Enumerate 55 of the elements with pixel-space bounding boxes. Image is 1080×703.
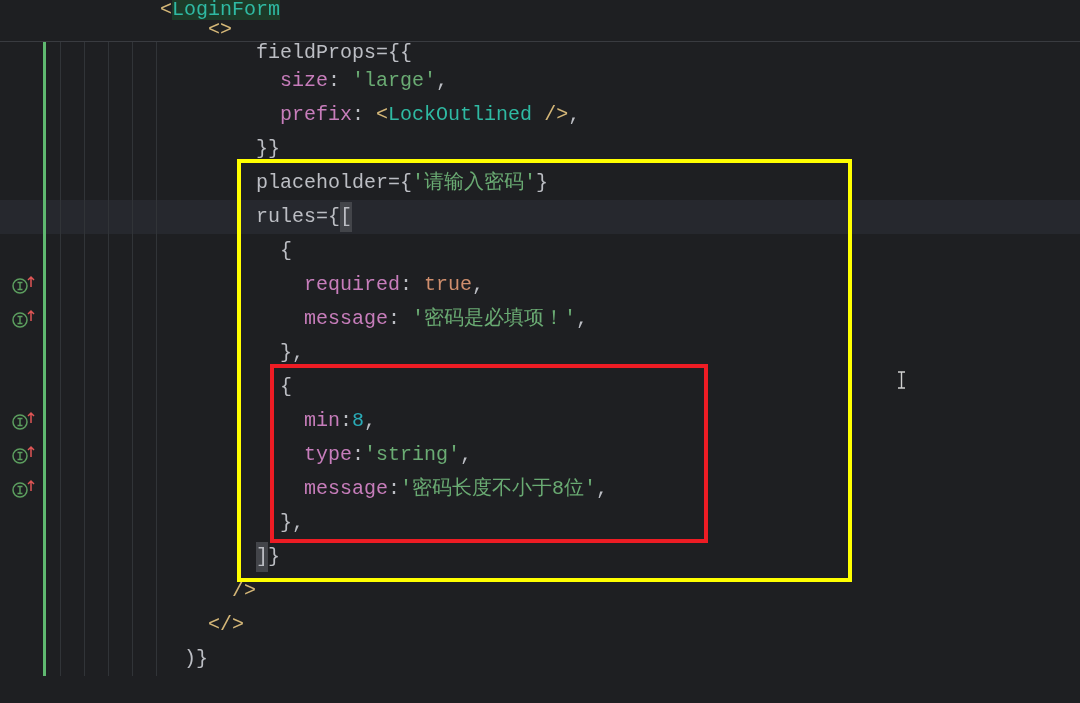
code-token: }} [256, 136, 281, 162]
code-token: message [304, 476, 389, 502]
code-token: '请输入密码' [412, 170, 537, 196]
code-token: prefix [280, 102, 353, 128]
code-token: < [376, 102, 389, 128]
code-token: 'large' [352, 68, 437, 94]
code-token: } [536, 170, 549, 196]
code-token: '密码是必填项！' [412, 306, 577, 332]
code-token: </> [208, 612, 245, 638]
implementation-marker-icon[interactable] [12, 445, 36, 465]
code-token: : [400, 272, 414, 298]
code-token: true [424, 272, 473, 298]
code-token: }, [280, 510, 305, 536]
implementation-marker-icon[interactable] [12, 411, 36, 431]
code-token: }, [280, 340, 305, 366]
code-token: rules={ [256, 204, 341, 230]
implementation-marker-icon[interactable] [12, 309, 36, 329]
text-cursor-icon [897, 371, 906, 389]
code-token: } [268, 544, 281, 570]
matched-bracket: [ [340, 202, 353, 232]
matched-bracket: ] [256, 542, 269, 572]
code-token: )} [184, 646, 209, 672]
code-token: 'string' [364, 442, 461, 468]
code-token: required [304, 272, 401, 298]
code-token: < [160, 0, 173, 20]
code-token: , [364, 408, 377, 434]
code-token: <> [208, 20, 233, 40]
code-token: { [280, 374, 293, 400]
code-token: min [304, 408, 341, 434]
code-token: /> [232, 578, 257, 604]
code-token: : [388, 476, 401, 502]
code-token: message [304, 306, 389, 332]
code-token: /> [544, 102, 569, 128]
code-token: , [576, 306, 589, 332]
highlighted-tag-name: LoginForm [172, 0, 281, 20]
code-token: { [280, 238, 293, 264]
code-token: : [352, 102, 366, 128]
code-token: LockOutlined [388, 102, 533, 128]
code-token: , [472, 272, 485, 298]
code-token: '密码长度不小于8位' [400, 476, 597, 502]
code-token: , [596, 476, 609, 502]
code-token: , [436, 68, 449, 94]
code-token: , [460, 442, 473, 468]
code-token: : [352, 442, 365, 468]
code-token: : [328, 68, 342, 94]
implementation-marker-icon[interactable] [12, 275, 36, 295]
code-token: fieldProps={{ [256, 42, 413, 66]
implementation-marker-icon[interactable] [12, 479, 36, 499]
code-token: : [340, 408, 353, 434]
code-token: type [304, 442, 353, 468]
code-token: placeholder={ [256, 170, 413, 196]
code-token: , [568, 102, 581, 128]
code-token: : [388, 306, 402, 332]
code-token: 8 [352, 408, 365, 434]
code-token: size [280, 68, 329, 94]
